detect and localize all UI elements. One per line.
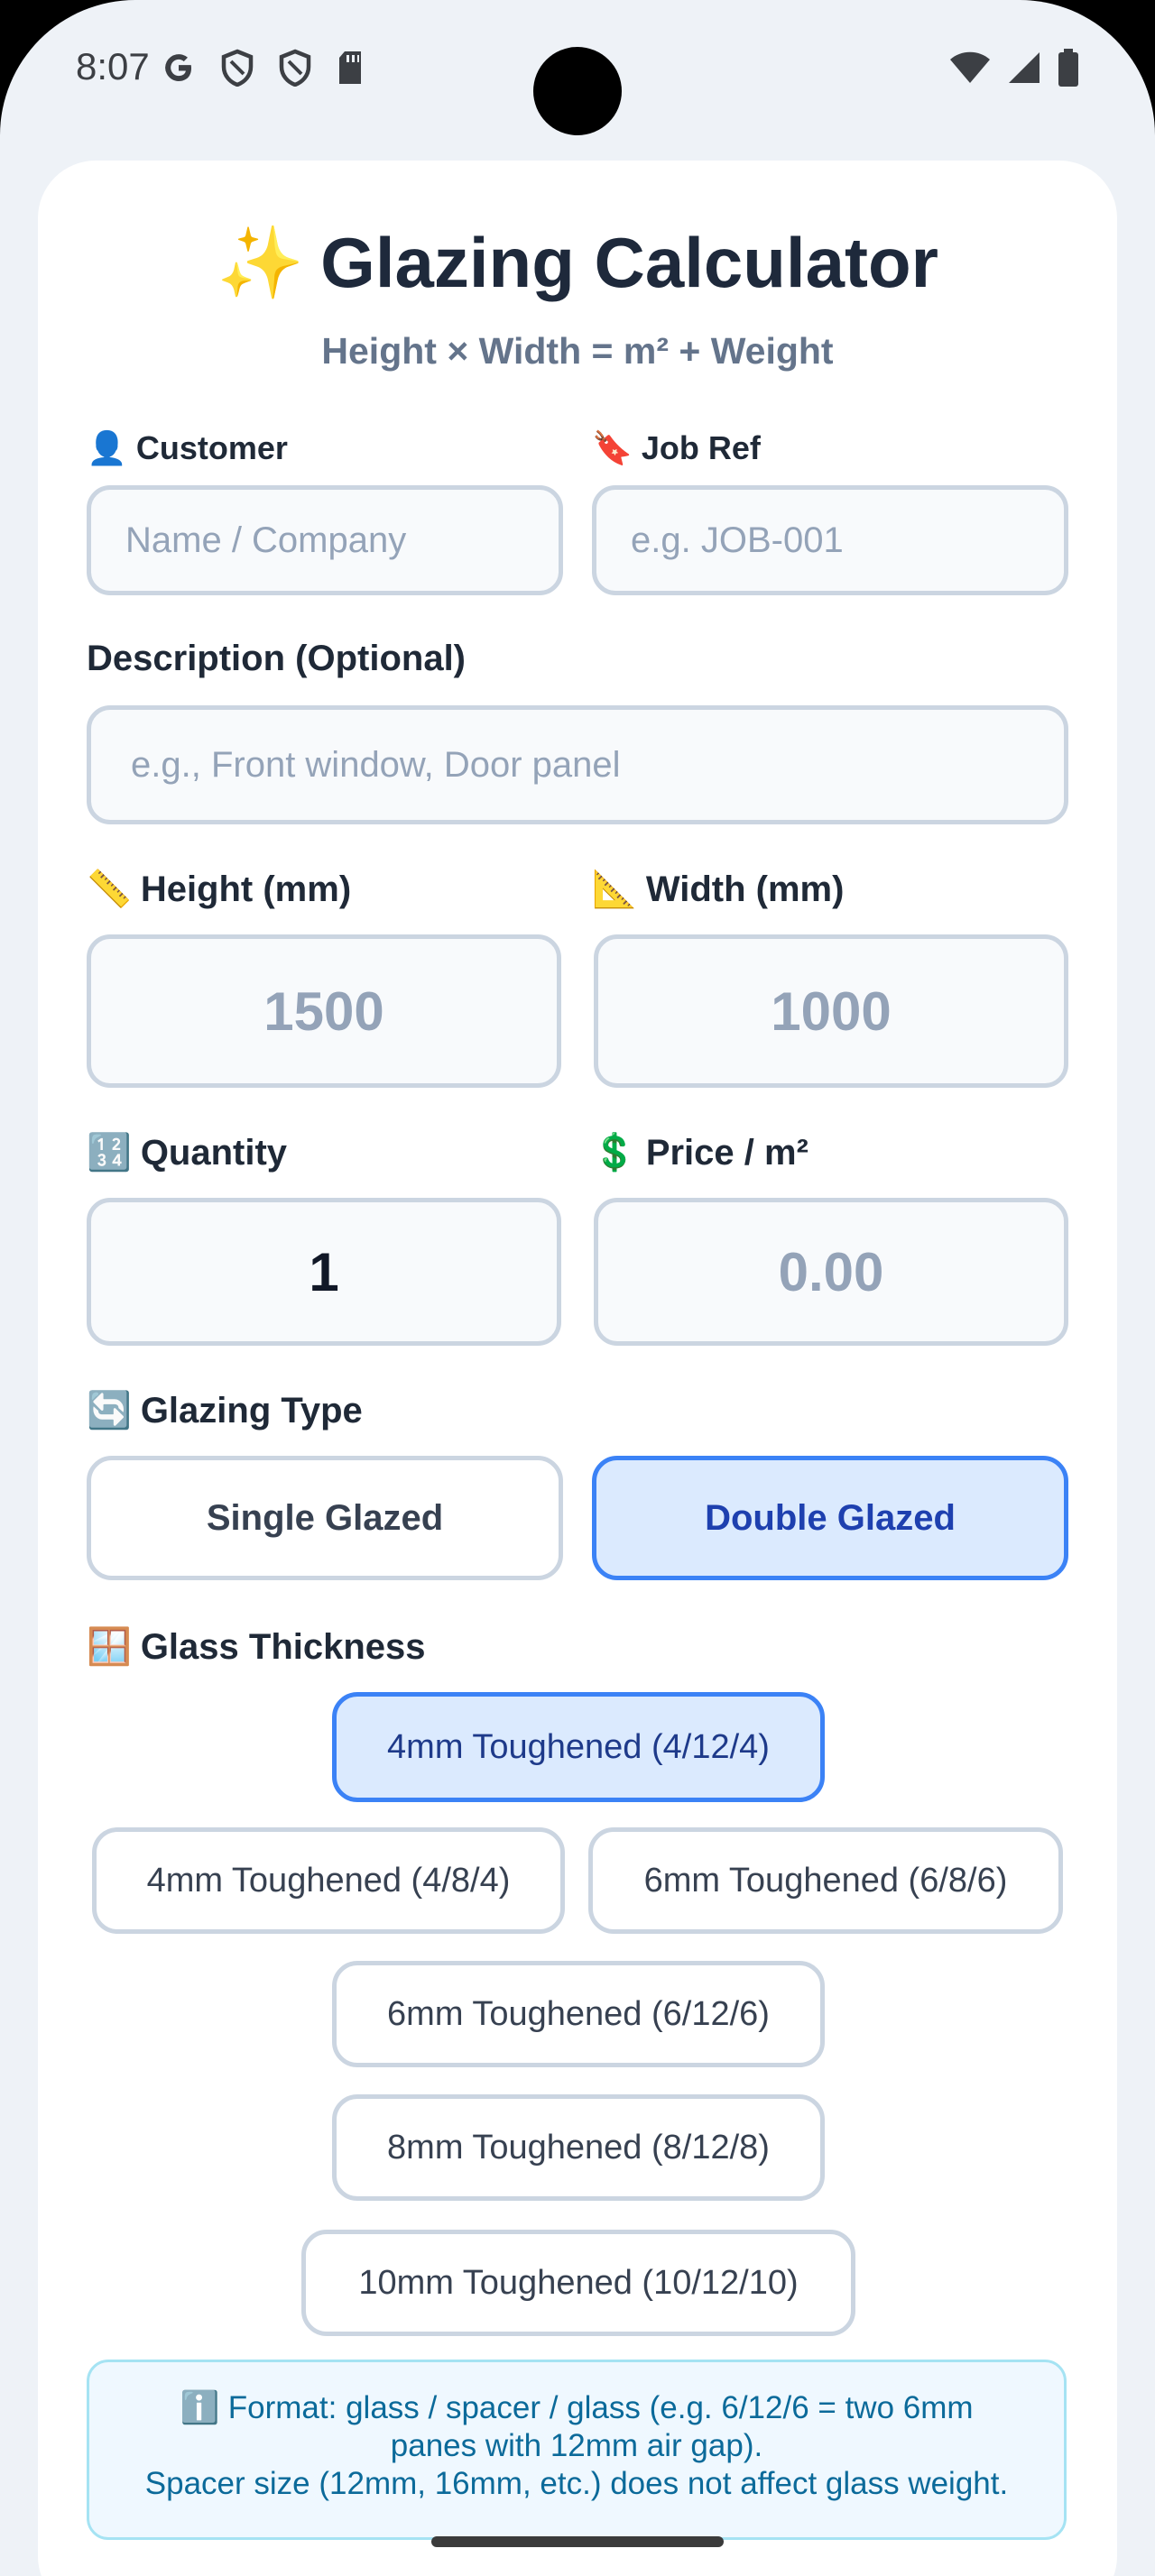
wifi-icon [949,51,991,89]
single-glazed-option[interactable]: Single Glazed [87,1456,563,1580]
status-time: 8:07 [76,45,150,87]
camera-cutout [533,47,622,135]
sparkles-icon: ✨ [217,223,305,302]
format-info-box: ℹ️ Format: glass / spacer / glass (e.g. … [87,2360,1067,2540]
thickness-option-6-12-6[interactable]: 6mm Toughened (6/12/6) [332,1961,825,2067]
ruler-icon: 📏 [87,869,132,909]
page-title: ✨ Glazing Calculator [217,223,938,302]
signal-icon [1007,51,1041,89]
info-icon: ℹ️ [180,2390,220,2425]
quantity-label: 🔢 Quantity [87,1133,288,1173]
status-bar: 8:07 [0,0,1155,144]
glass-thickness-label: 🪟 Glass Thickness [87,1627,426,1667]
thickness-option-4-12-4[interactable]: 4mm Toughened (4/12/4) [332,1692,825,1802]
home-indicator[interactable] [431,2536,724,2547]
phone-screen: 8:07 ✨ Glazing Calculator Height × Width… [0,0,1155,2576]
thickness-option-8-12-8[interactable]: 8mm Toughened (8/12/8) [332,2094,825,2201]
job-ref-label: 🔖 Job Ref [592,429,761,466]
info-line-1: ℹ️ Format: glass / spacer / glass (e.g. … [180,2390,974,2425]
system-icons [949,49,1079,91]
height-label: 📏 Height (mm) [87,869,352,909]
bookmark-icon: 🔖 [592,429,633,466]
description-input[interactable]: e.g., Front window, Door panel [87,705,1068,824]
customer-label: 👤 Customer [87,429,288,466]
notification-icons [161,49,365,91]
dollar-icon: 💲 [592,1133,637,1173]
customer-input[interactable]: Name / Company [87,485,563,595]
double-glazed-option[interactable]: Double Glazed [592,1456,1068,1580]
sd-card-icon [336,50,365,90]
window-icon: 🪟 [87,1627,132,1667]
description-label: Description (Optional) [87,639,466,678]
info-line-2: panes with 12mm air gap). [390,2428,763,2463]
thickness-option-6-8-6[interactable]: 6mm Toughened (6/8/6) [588,1827,1063,1934]
quantity-input[interactable]: 1 [87,1198,561,1346]
person-icon: 👤 [87,429,127,466]
triangle-ruler-icon: 📐 [592,869,637,909]
thickness-option-4-8-4[interactable]: 4mm Toughened (4/8/4) [92,1827,565,1934]
google-icon [161,50,197,90]
page-subtitle: Height × Width = m² + Weight [321,330,834,372]
calculator-card: ✨ Glazing Calculator Height × Width = m² … [38,161,1117,2576]
height-input[interactable]: 1500 [87,934,561,1088]
shield-icon [278,49,312,91]
width-label: 📐 Width (mm) [592,869,845,909]
shield-icon [220,49,254,91]
job-ref-input[interactable]: e.g. JOB-001 [592,485,1068,595]
numbers-icon: 🔢 [87,1133,132,1173]
info-line-3: Spacer size (12mm, 16mm, etc.) does not … [144,2466,1009,2501]
price-label: 💲 Price / m² [592,1133,808,1173]
price-input[interactable]: 0.00 [594,1198,1068,1346]
thickness-option-10-12-10[interactable]: 10mm Toughened (10/12/10) [301,2230,855,2336]
width-input[interactable]: 1000 [594,934,1068,1088]
battery-icon [1058,49,1079,91]
cycle-arrows-icon: 🔄 [87,1391,132,1431]
glazing-type-label: 🔄 Glazing Type [87,1391,363,1431]
